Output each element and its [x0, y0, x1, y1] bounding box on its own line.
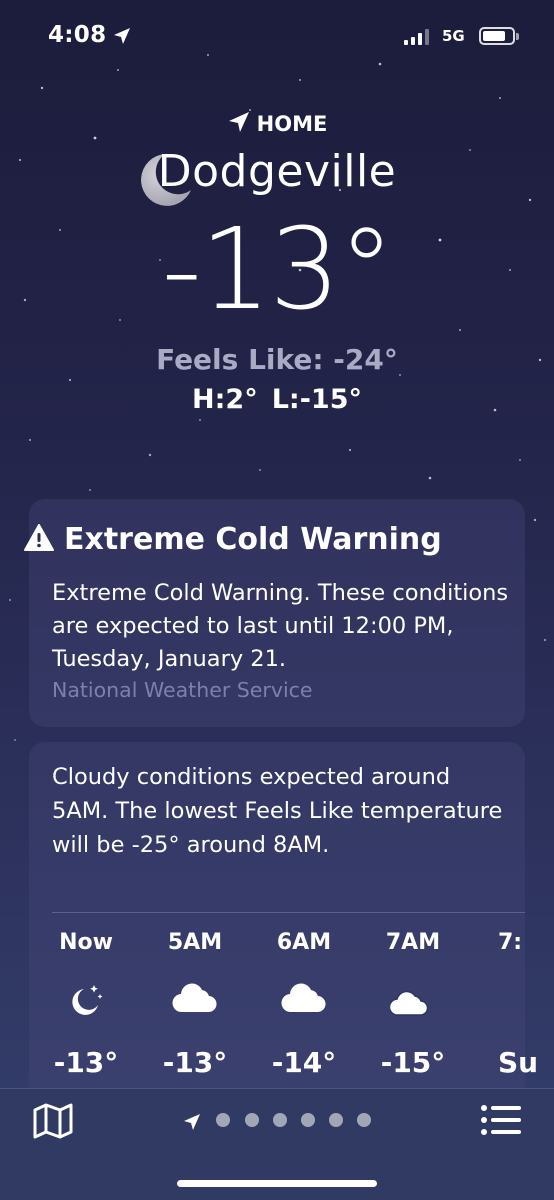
alert-title-text: Extreme Cold Warning — [64, 522, 442, 557]
hourly-summary: Cloudy conditions expected around 5AM. T… — [52, 764, 503, 858]
hour-label: Now — [59, 930, 113, 955]
location-page-indicator-icon[interactable] — [182, 1112, 202, 1132]
page-dot[interactable] — [273, 1113, 287, 1127]
cloud-moon-icon — [390, 983, 432, 1016]
cellular-signal-icon — [404, 29, 429, 45]
current-temperature: -13° — [161, 205, 395, 335]
home-label: HOME — [256, 112, 328, 136]
high-temperature: H:2° — [192, 384, 258, 415]
hour-temperature: Su — [498, 1046, 536, 1079]
hour-temperature: -15° — [380, 1046, 446, 1079]
hour-column: 6AM -14° — [259, 930, 349, 1079]
location-arrow-icon — [228, 112, 249, 132]
hour-column: 7AM -15° — [368, 930, 458, 1079]
cloud-icon — [281, 983, 326, 1013]
alert-description: Extreme Cold Warning. These conditions a… — [52, 580, 509, 672]
cloud-icon — [172, 983, 217, 1013]
hour-column: 5AM -13° — [150, 930, 240, 1079]
hour-temperature: -14° — [271, 1046, 337, 1079]
alert-source: National Weather Service — [52, 678, 313, 702]
status-time: 4:08 — [48, 22, 107, 48]
page-dot[interactable] — [329, 1113, 343, 1127]
location-arrow-icon — [114, 28, 130, 44]
alert-title: Extreme Cold Warning — [24, 522, 442, 557]
moon-stars-icon — [72, 985, 103, 1015]
hour-temperature: -13° — [53, 1046, 119, 1079]
low-temperature: L:-15° — [271, 384, 362, 415]
status-bar: 4:08 5G — [0, 0, 554, 74]
hour-label: 5AM — [167, 930, 223, 955]
home-location-label: HOME — [0, 110, 554, 136]
hour-label: 7: — [498, 930, 523, 955]
hour-label: 6AM — [276, 930, 332, 955]
list-icon[interactable] — [480, 1104, 522, 1136]
home-indicator[interactable] — [177, 1180, 377, 1187]
network-type: 5G — [442, 27, 465, 45]
warning-triangle-icon — [24, 524, 54, 551]
city-name: Dodgeville — [157, 146, 397, 197]
hour-temperature: -13° — [162, 1046, 228, 1079]
page-dot[interactable] — [301, 1113, 315, 1127]
hour-column: 7: Su — [476, 930, 536, 1079]
page-dot[interactable] — [216, 1113, 230, 1127]
divider — [52, 912, 525, 913]
high-low: H:2° L:-15° — [0, 384, 554, 415]
page-dot[interactable] — [245, 1113, 259, 1127]
page-dot[interactable] — [357, 1113, 371, 1127]
hour-label: 7AM — [385, 930, 441, 955]
hour-column: Now -13° — [41, 930, 131, 1079]
feels-like: Feels Like: -24° — [156, 343, 398, 376]
battery-icon — [479, 27, 519, 45]
map-icon[interactable] — [32, 1102, 74, 1140]
